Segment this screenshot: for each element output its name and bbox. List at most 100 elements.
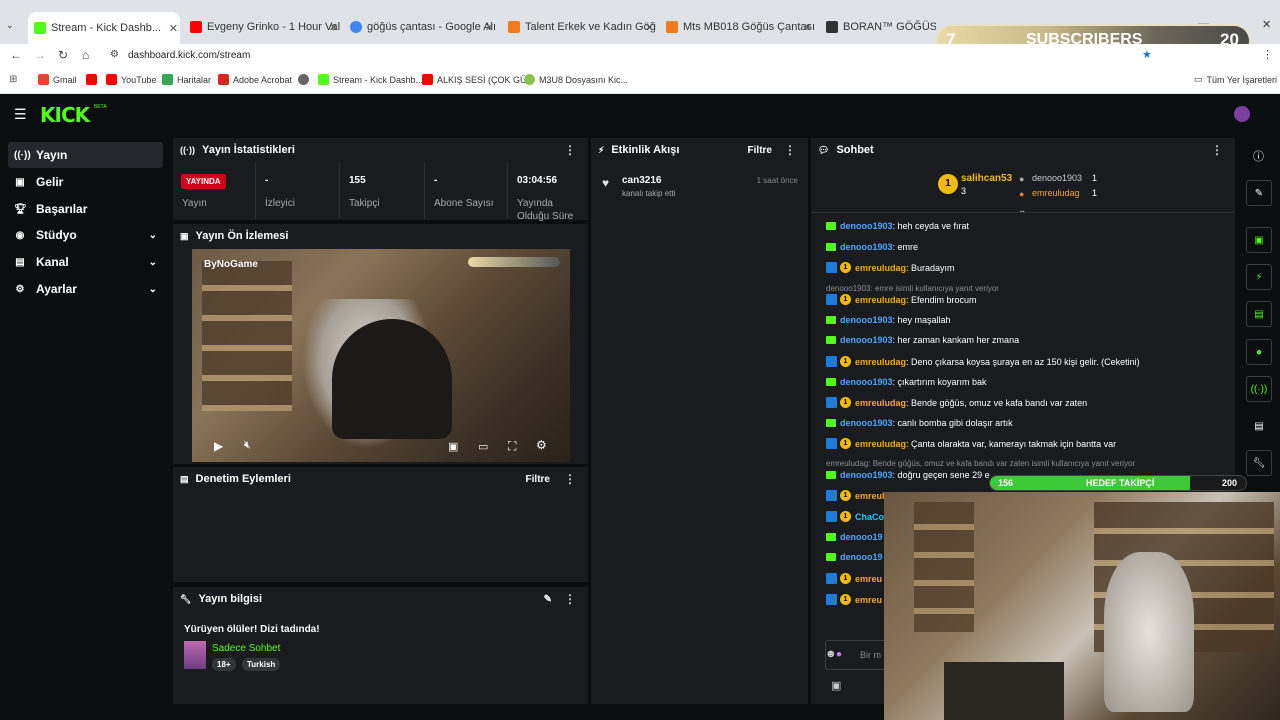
- fullscreen-icon[interactable]: ⛶: [508, 439, 516, 454]
- hamburger-menu-icon[interactable]: ☰: [14, 106, 27, 123]
- sidebar-item-yayin[interactable]: ((·)) Yayın: [8, 142, 163, 168]
- stream-category-link[interactable]: Sadece Sohbet: [212, 643, 280, 654]
- rail-clipboard-button[interactable]: ▤: [1246, 301, 1272, 327]
- category-thumbnail[interactable]: [184, 641, 206, 669]
- chat-message[interactable]: 1 emreuludag: Buradayım: [826, 262, 955, 273]
- mute-icon[interactable]: 🔇︎: [244, 439, 251, 452]
- play-icon[interactable]: ▶: [214, 439, 223, 453]
- chat-message[interactable]: 1 emreuludag: Deno çıkarsa koysa şuraya e…: [826, 356, 1140, 367]
- chat-message[interactable]: denooo1903: her zaman kankam her zmana: [826, 335, 1019, 345]
- site-info-icon[interactable]: ⚙: [110, 49, 119, 60]
- menu-icon[interactable]: ⋮: [1262, 48, 1273, 61]
- sidebar-item-gelir[interactable]: ▣ Gelir: [8, 169, 163, 195]
- reload-icon[interactable]: ↻: [58, 48, 68, 62]
- chat-username[interactable]: denooo1903: [840, 377, 893, 387]
- bookmark-star-icon[interactable]: ★: [1142, 48, 1152, 61]
- bookmark-alkis[interactable]: ALKIŞ SESİ (ÇOK GÜ...: [422, 74, 534, 85]
- chat-username[interactable]: denooo19: [840, 532, 883, 542]
- chat-message[interactable]: denooo19: [826, 552, 883, 562]
- chat-username[interactable]: emreuludag: [855, 295, 906, 305]
- chat-username[interactable]: emreu: [855, 595, 882, 605]
- more-options-icon[interactable]: ⋮: [564, 592, 576, 606]
- chat-username[interactable]: denooo1903: [840, 242, 893, 252]
- bookmark-youtube[interactable]: YouTube: [106, 74, 156, 85]
- activity-filter-button[interactable]: Filtre: [748, 145, 772, 156]
- more-options-icon[interactable]: ⋮: [564, 143, 576, 157]
- bookmark-youtube-icon-only[interactable]: [86, 74, 101, 85]
- close-icon[interactable]: ✕: [169, 22, 178, 35]
- leaderboard-user[interactable]: salihcan53: [961, 173, 1012, 184]
- rail-clip-button[interactable]: ▣: [1246, 227, 1272, 253]
- tab-kick-dashboard[interactable]: Stream - Kick Dashb... ✕: [28, 12, 180, 44]
- collapse-leaderboard-icon[interactable]: ⌄: [1018, 205, 1026, 216]
- chat-username[interactable]: denooo1903: [840, 221, 893, 231]
- bookmark-m3u8[interactable]: M3U8 Dosyasını Kic...: [524, 74, 628, 85]
- chat-username[interactable]: denooo19: [840, 552, 883, 562]
- tab-google-shopping[interactable]: göğüs çantası - Google Alışver ✕: [350, 14, 496, 40]
- chat-message[interactable]: denooo19: [826, 532, 883, 542]
- chat-username[interactable]: denooo1903: [840, 315, 893, 325]
- chat-username[interactable]: ChaCo: [855, 512, 884, 522]
- tag-badge[interactable]: Turkish: [242, 658, 281, 671]
- chat-message[interactable]: denooo1903: hey maşallah: [826, 315, 951, 325]
- tab-search-icon[interactable]: ⌄: [6, 20, 14, 31]
- chat-message[interactable]: denooo1903: çıkartırım koyarım bak: [826, 377, 987, 387]
- rail-wrench-button[interactable]: 🔧︎: [1246, 450, 1272, 476]
- chat-message[interactable]: 1 ChaCo: [826, 511, 884, 522]
- more-options-icon[interactable]: ⋮: [564, 472, 576, 486]
- more-options-icon[interactable]: ⋮: [784, 143, 796, 157]
- chat-settings-icon[interactable]: ▣: [831, 679, 841, 692]
- moderation-filter-button[interactable]: Filtre: [526, 474, 550, 485]
- settings-icon[interactable]: ⚙: [536, 438, 547, 452]
- edit-layout-button[interactable]: ✎: [1246, 180, 1272, 206]
- activity-username[interactable]: can3216: [622, 175, 661, 186]
- video-preview[interactable]: ByNoGame ▶ 🔇︎ ▣ ▭ ⛶ ⚙: [192, 249, 570, 462]
- user-avatar[interactable]: [1234, 106, 1250, 122]
- more-options-icon[interactable]: ⋮: [1211, 143, 1223, 157]
- close-icon[interactable]: ✕: [485, 21, 494, 34]
- rail-chat-button[interactable]: ●: [1246, 339, 1272, 365]
- bookmark-gmail[interactable]: Gmail: [38, 74, 77, 85]
- all-bookmarks[interactable]: ▭ Tüm Yer İşaretleri: [1194, 74, 1277, 85]
- microphone-icon[interactable]: ●: [836, 649, 842, 660]
- chat-message[interactable]: denooo1903: emre: [826, 242, 918, 252]
- bookmark-kick-stream[interactable]: Stream - Kick Dashb...: [318, 74, 423, 85]
- info-icon[interactable]: ⓘ: [1253, 148, 1264, 164]
- sidebar-item-ayarlar[interactable]: ⚙ Ayarlar ⌄: [8, 276, 163, 302]
- bookmark-acrobat[interactable]: Adobe Acrobat: [218, 74, 292, 85]
- chat-username[interactable]: emreuludag: [855, 439, 906, 449]
- chat-username[interactable]: emreuludag: [855, 357, 906, 367]
- chat-message[interactable]: 1 emreuludag: Efendim brocum: [826, 294, 977, 305]
- chat-username[interactable]: denooo1903: [840, 335, 893, 345]
- address-bar[interactable]: dashboard.kick.com/stream: [128, 50, 250, 61]
- close-icon[interactable]: ✕: [645, 21, 654, 34]
- chat-username[interactable]: emreuludag: [855, 398, 906, 408]
- close-icon[interactable]: ✕: [329, 21, 338, 34]
- close-window-icon[interactable]: ✕: [1262, 18, 1271, 31]
- sidebar-item-kanal[interactable]: ▤ Kanal ⌄: [8, 249, 163, 275]
- tab-boran[interactable]: BORAN™ GÖĞÜS ÇANTASI: [826, 14, 936, 40]
- apps-grid-icon[interactable]: ⊞: [9, 74, 17, 85]
- home-icon[interactable]: ⌂: [82, 48, 89, 62]
- edit-icon[interactable]: ✎: [544, 594, 552, 605]
- close-icon[interactable]: ✕: [803, 21, 812, 34]
- chat-username[interactable]: denooo1903: [840, 418, 893, 428]
- bookmark-globe[interactable]: [298, 74, 313, 85]
- chat-message[interactable]: 1 emreuludag: Çanta olarakta var, kameray…: [826, 438, 1116, 449]
- forward-icon[interactable]: →: [34, 48, 46, 62]
- chat-message[interactable]: 1 emreu: [826, 573, 882, 584]
- leaderboard-user[interactable]: emreuludag: [1032, 188, 1080, 198]
- chat-message[interactable]: denooo1903: doğru geçen sene 29 e: [826, 470, 990, 480]
- tab-trendyol-talent[interactable]: Talent Erkek ve Kadın Göğüs Ça ✕: [508, 14, 656, 40]
- chat-message[interactable]: denooo1903: canlı bomba gibi dolaşır art…: [826, 418, 1013, 428]
- chat-username[interactable]: denooo1903: [840, 470, 893, 480]
- bookmark-haritalar[interactable]: Haritalar: [162, 74, 211, 85]
- chat-message[interactable]: 1 emreu: [826, 594, 882, 605]
- tag-badge[interactable]: 18+: [212, 658, 236, 671]
- chat-username[interactable]: emreu: [855, 574, 882, 584]
- leaderboard-user[interactable]: denooo1903: [1032, 173, 1082, 183]
- pip-icon[interactable]: ▣: [448, 440, 458, 453]
- chat-message[interactable]: 1 emreuludag: Bende göğüs, omuz ve kafa b…: [826, 397, 1087, 408]
- theater-icon[interactable]: ▭: [478, 440, 488, 453]
- back-icon[interactable]: ←: [10, 48, 22, 62]
